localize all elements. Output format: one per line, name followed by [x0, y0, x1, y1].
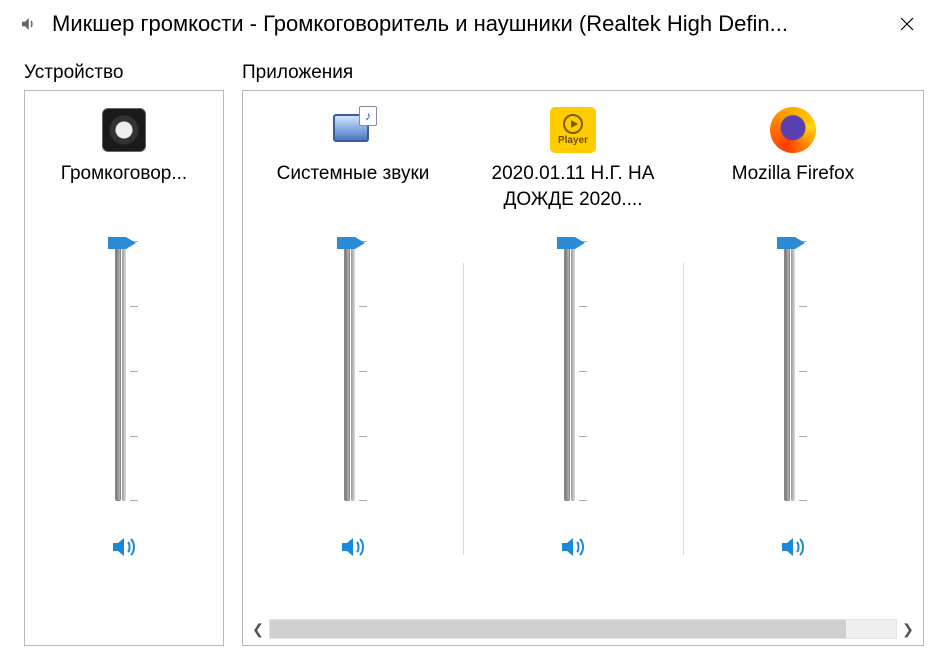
apps-row: ♪ Системные звуки Player: [243, 103, 923, 615]
volume-slider-firefox[interactable]: [779, 241, 807, 501]
player-icon[interactable]: Player: [550, 103, 596, 157]
window-title: Микшер громкости - Громкоговоритель и на…: [52, 11, 882, 37]
section-device: Устройство Громкоговор...: [24, 62, 224, 646]
channel-player: Player 2020.01.11 Н.Г. НА ДОЖДЕ 2020....: [463, 103, 683, 615]
app-label[interactable]: 2020.01.11 Н.Г. НА ДОЖДЕ 2020....: [463, 161, 683, 217]
horizontal-scrollbar[interactable]: ❮ ❯: [247, 617, 919, 641]
mute-button-device[interactable]: [106, 531, 142, 563]
device-label[interactable]: Громкоговор...: [25, 161, 223, 217]
mute-button-system-sounds[interactable]: [335, 531, 371, 563]
speaker-device-icon[interactable]: [102, 103, 146, 157]
scrollbar-thumb[interactable]: [270, 620, 846, 638]
slider-thumb[interactable]: [777, 235, 807, 251]
volume-slider-system-sounds[interactable]: [339, 241, 367, 501]
titlebar: Микшер громкости - Громкоговоритель и на…: [0, 0, 938, 48]
channel-device: Громкоговор...: [25, 103, 223, 563]
volume-mixer-icon: [18, 14, 38, 34]
volume-slider-device[interactable]: [110, 241, 138, 501]
firefox-icon[interactable]: [770, 103, 816, 157]
system-sounds-icon[interactable]: ♪: [329, 103, 377, 157]
content-area: Устройство Громкоговор...: [0, 48, 938, 646]
mute-button-player[interactable]: [555, 531, 591, 563]
apps-section-title: Приложения: [242, 62, 924, 84]
scroll-right-button[interactable]: ❯: [897, 618, 919, 640]
scrollbar-track[interactable]: [269, 619, 897, 639]
section-applications: Приложения ♪ Системные звуки: [242, 62, 924, 646]
close-button[interactable]: [882, 4, 932, 44]
channel-system-sounds: ♪ Системные звуки: [243, 103, 463, 615]
slider-thumb[interactable]: [108, 235, 138, 251]
channel-firefox: Mozilla Firefox: [683, 103, 903, 615]
device-section-title: Устройство: [24, 62, 224, 84]
slider-thumb[interactable]: [557, 235, 587, 251]
volume-slider-player[interactable]: [559, 241, 587, 501]
app-label[interactable]: Системные звуки: [243, 161, 463, 217]
mute-button-firefox[interactable]: [775, 531, 811, 563]
scroll-left-button[interactable]: ❮: [247, 618, 269, 640]
slider-thumb[interactable]: [337, 235, 367, 251]
app-label[interactable]: Mozilla Firefox: [683, 161, 903, 217]
